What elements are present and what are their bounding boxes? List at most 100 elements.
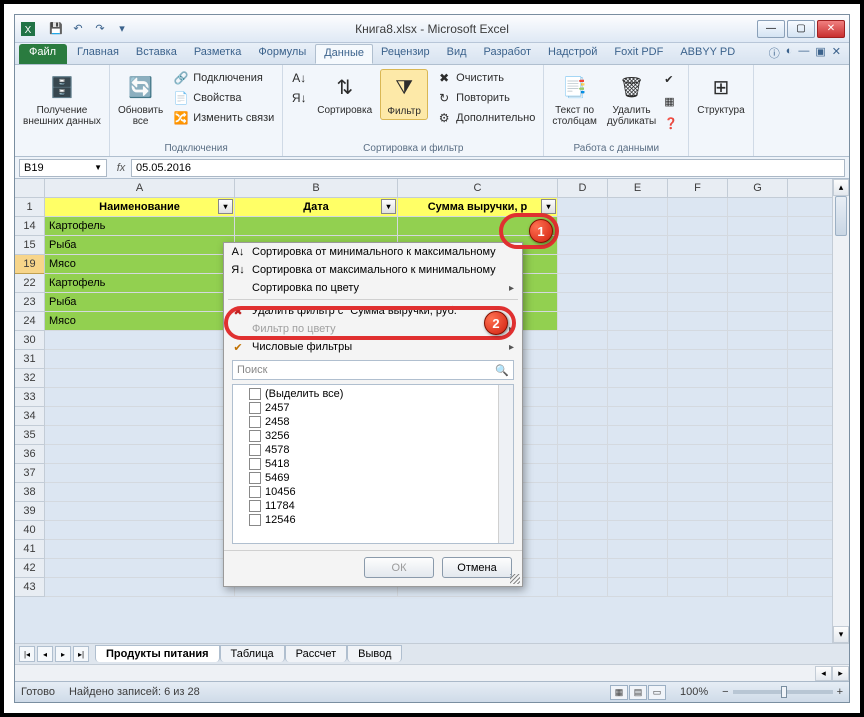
help-icon[interactable]: ⓘ [769,45,780,62]
sort-asc-item[interactable]: A↓Сортировка от минимального к максималь… [224,243,522,261]
row-header[interactable]: 23 [15,293,44,312]
filter-value-item[interactable]: 2457 [235,401,511,415]
cell[interactable] [668,559,728,577]
col-header[interactable]: C [398,179,558,197]
select-all-corner[interactable] [15,179,45,198]
qat-save-icon[interactable]: 💾 [47,20,65,38]
cell[interactable] [728,559,788,577]
cell[interactable] [728,426,788,444]
col-header[interactable]: F [668,179,728,197]
outline-button[interactable]: ⊞Структура [695,69,746,118]
cell[interactable]: Картофель [45,217,235,235]
scroll-thumb[interactable] [835,196,847,236]
checkbox[interactable] [249,458,261,470]
cell[interactable] [728,236,788,254]
col-header[interactable]: B [235,179,398,197]
row-header[interactable]: 15 [15,236,44,255]
tab-abbyy pd[interactable]: ABBYY PD [672,43,744,64]
row-header[interactable]: 43 [15,578,44,597]
cell[interactable] [728,350,788,368]
checkbox[interactable] [249,416,261,428]
cell[interactable] [45,464,235,482]
sort-by-color-item[interactable]: Сортировка по цвету [224,279,522,297]
cell[interactable] [45,502,235,520]
cell[interactable]: Дата▾ [235,198,398,216]
cell[interactable] [45,426,235,444]
tab-разработ[interactable]: Разработ [476,43,540,64]
cell[interactable] [668,274,728,292]
maximize-button[interactable]: ▢ [787,20,815,38]
sheet-tab[interactable]: Рассчет [285,645,348,662]
scroll-left-icon[interactable]: ◂ [815,666,832,681]
col-header[interactable]: A [45,179,235,197]
cell[interactable] [668,198,728,216]
cell[interactable] [558,483,608,501]
cell[interactable]: Картофель [45,274,235,292]
cancel-button[interactable]: Отмена [442,557,512,578]
row-header[interactable]: 42 [15,559,44,578]
cell[interactable] [558,274,608,292]
checkbox[interactable] [249,444,261,456]
clear-filter-item[interactable]: ✖Удалить фильтр с "Сумма выручки, руб." [224,302,522,320]
filter-value-item[interactable]: 11784 [235,499,511,513]
cell[interactable] [728,388,788,406]
cell[interactable] [608,426,668,444]
tab-разметка[interactable]: Разметка [186,43,251,64]
cell[interactable] [668,350,728,368]
sheet-tab[interactable]: Таблица [220,645,285,662]
validation-icon[interactable]: ✔ [664,73,682,91]
tab-вид[interactable]: Вид [439,43,476,64]
tab-данные[interactable]: Данные [315,44,373,64]
cell[interactable] [728,502,788,520]
sort-desc-item[interactable]: Я↓Сортировка от максимального к минималь… [224,261,522,279]
cell[interactable] [558,559,608,577]
remove-duplicates-button[interactable]: 🗑Удалить дубликаты [605,69,658,129]
cell[interactable] [558,502,608,520]
row-header[interactable]: 31 [15,350,44,369]
cell[interactable] [668,369,728,387]
row-header[interactable]: 24 [15,312,44,331]
cell[interactable] [558,350,608,368]
cell[interactable]: Сумма выручки, р▾ [398,198,558,216]
cell[interactable] [728,369,788,387]
cell[interactable]: Мясо [45,312,235,330]
cell[interactable] [728,293,788,311]
sheet-nav-button[interactable]: ◂ [37,646,53,662]
scroll-up-icon[interactable]: ▴ [833,179,849,196]
cell[interactable] [608,483,668,501]
tab-рецензир[interactable]: Рецензир [373,43,439,64]
cell[interactable] [668,426,728,444]
cell[interactable] [45,540,235,558]
cell[interactable] [728,407,788,425]
cell[interactable] [558,312,608,330]
filter-value-item[interactable]: 5469 [235,471,511,485]
zoom-slider[interactable]: − + [722,686,843,698]
cell[interactable] [608,521,668,539]
cell[interactable] [728,217,788,235]
sort-button[interactable]: ⇅ Сортировка [315,69,374,118]
cell[interactable] [668,331,728,349]
tab-главная[interactable]: Главная [69,43,128,64]
cell[interactable] [608,407,668,425]
cell[interactable] [668,407,728,425]
col-header[interactable]: D [558,179,608,197]
cell[interactable] [668,217,728,235]
sort-asc-button[interactable]: A↓ [289,69,309,87]
filter-value-item[interactable]: 12546 [235,513,511,527]
sheet-nav-button[interactable]: ▸ [55,646,71,662]
sheet-tab[interactable]: Вывод [347,645,402,662]
cell[interactable] [668,312,728,330]
cell[interactable] [668,445,728,463]
filter-button[interactable]: ⧩ Фильтр [380,69,428,120]
cell[interactable] [45,578,235,596]
cell[interactable] [608,236,668,254]
cell[interactable] [558,426,608,444]
row-header[interactable]: 33 [15,388,44,407]
cell[interactable] [558,521,608,539]
view-layout-button[interactable]: ▤ [629,685,647,700]
cell[interactable] [608,502,668,520]
cell[interactable] [608,445,668,463]
cell[interactable] [668,293,728,311]
cell[interactable] [558,369,608,387]
view-normal-button[interactable]: ▦ [610,685,628,700]
